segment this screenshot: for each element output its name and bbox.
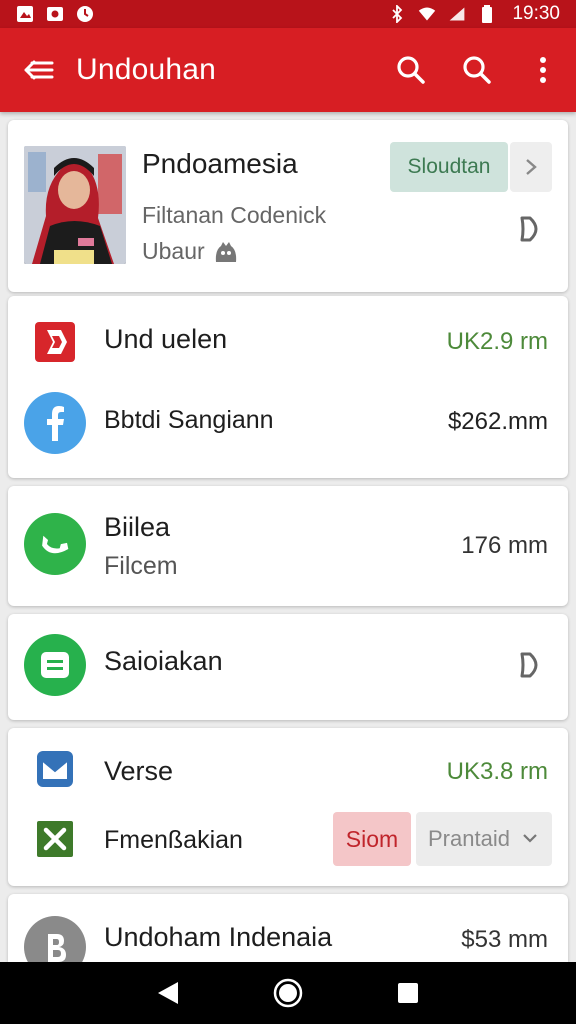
list-item[interactable]: Bbtdi Sangiann $262.mm bbox=[8, 386, 568, 476]
verse-label-2: Fmenßakian bbox=[104, 826, 243, 854]
search-button-2[interactable] bbox=[444, 28, 510, 112]
prantaid-select-value: Prantaid bbox=[428, 826, 510, 851]
nav-home-icon[interactable] bbox=[273, 978, 303, 1008]
green-phone-icon bbox=[24, 513, 86, 575]
file-label: Biilea bbox=[104, 512, 171, 542]
transaction-value: UK2.9 rm bbox=[446, 328, 548, 355]
overflow-menu-button[interactable] bbox=[510, 28, 576, 112]
file-sub: Filcem bbox=[104, 552, 178, 580]
search-icon bbox=[397, 56, 425, 84]
next-button[interactable] bbox=[510, 142, 552, 192]
red-bookmark-icon bbox=[24, 311, 86, 373]
profile-location: Ubaur bbox=[142, 238, 239, 265]
saving-label: Saioiakan bbox=[104, 646, 223, 676]
search-icon bbox=[463, 56, 491, 84]
chevron-down-icon bbox=[523, 834, 537, 843]
list-item[interactable]: Verse UK3.8 rm bbox=[8, 728, 568, 808]
profile-subtitle: Filtanan Codenick bbox=[142, 202, 327, 228]
transactions-card: Und uelen UK2.9 rm Bbtdi Sangiann $262.m… bbox=[8, 296, 568, 478]
green-x-icon bbox=[24, 808, 86, 870]
play-outline-icon[interactable] bbox=[516, 214, 546, 244]
more-vert-icon bbox=[540, 57, 546, 83]
last-label: Undoham Indenaia bbox=[104, 922, 333, 952]
verse-value: UK3.8 rm bbox=[446, 758, 548, 785]
wifi-icon bbox=[418, 5, 436, 23]
prantaid-select[interactable]: Prantaid bbox=[416, 812, 552, 866]
status-bar: 19:30 bbox=[0, 0, 576, 28]
app-bar: Undouhan bbox=[0, 28, 576, 112]
menu-button[interactable] bbox=[0, 28, 76, 112]
nav-back-icon[interactable] bbox=[156, 980, 180, 1006]
list-item[interactable]: Und uelen UK2.9 rm bbox=[8, 296, 568, 386]
system-nav-bar bbox=[0, 962, 576, 1024]
bluetooth-icon bbox=[388, 5, 406, 23]
file-card[interactable]: Biilea Filcem 176 mm bbox=[8, 486, 568, 606]
battery-icon bbox=[478, 5, 496, 23]
notification-clock-icon bbox=[76, 5, 94, 23]
notification-image-icon bbox=[16, 5, 34, 23]
profile-name: Pndoamesia bbox=[142, 148, 298, 179]
last-card[interactable]: Undoham Indenaia $53 mm bbox=[8, 894, 568, 962]
transaction-label: Bbtdi Sangiann bbox=[104, 406, 274, 434]
verse-label: Verse bbox=[104, 756, 174, 786]
profile-photo bbox=[24, 146, 126, 264]
profile-card[interactable]: Pndoamesia Filtanan Codenick Ubaur Sloud… bbox=[8, 120, 568, 292]
sloudtan-button[interactable]: Sloudtan bbox=[390, 142, 508, 192]
grey-b-icon bbox=[24, 916, 86, 962]
status-time: 19:30 bbox=[512, 3, 560, 24]
transaction-value: $262.mm bbox=[447, 408, 548, 435]
transaction-label: Und uelen bbox=[104, 324, 228, 354]
signal-icon bbox=[448, 5, 466, 23]
verse-card: Verse UK3.8 rm Fmenßakian Siom Prantaid bbox=[8, 728, 568, 886]
nav-recents-icon[interactable] bbox=[396, 981, 420, 1005]
back-arrow-icon bbox=[24, 60, 54, 80]
file-value: 176 mm bbox=[461, 532, 548, 559]
saving-card[interactable]: Saioiakan bbox=[8, 614, 568, 720]
facebook-icon bbox=[24, 392, 86, 454]
play-outline-icon[interactable] bbox=[516, 650, 546, 680]
chevron-right-icon bbox=[526, 159, 537, 175]
last-value: $53 mm bbox=[461, 926, 548, 953]
notification-photo-icon bbox=[46, 5, 64, 23]
blue-mail-icon bbox=[24, 738, 86, 800]
profile-location-text: Ubaur bbox=[142, 238, 205, 264]
page-title: Undouhan bbox=[76, 53, 217, 86]
green-list-icon bbox=[24, 634, 86, 696]
cat-icon bbox=[215, 241, 236, 262]
siom-button[interactable]: Siom bbox=[333, 812, 411, 866]
search-button[interactable] bbox=[378, 28, 444, 112]
